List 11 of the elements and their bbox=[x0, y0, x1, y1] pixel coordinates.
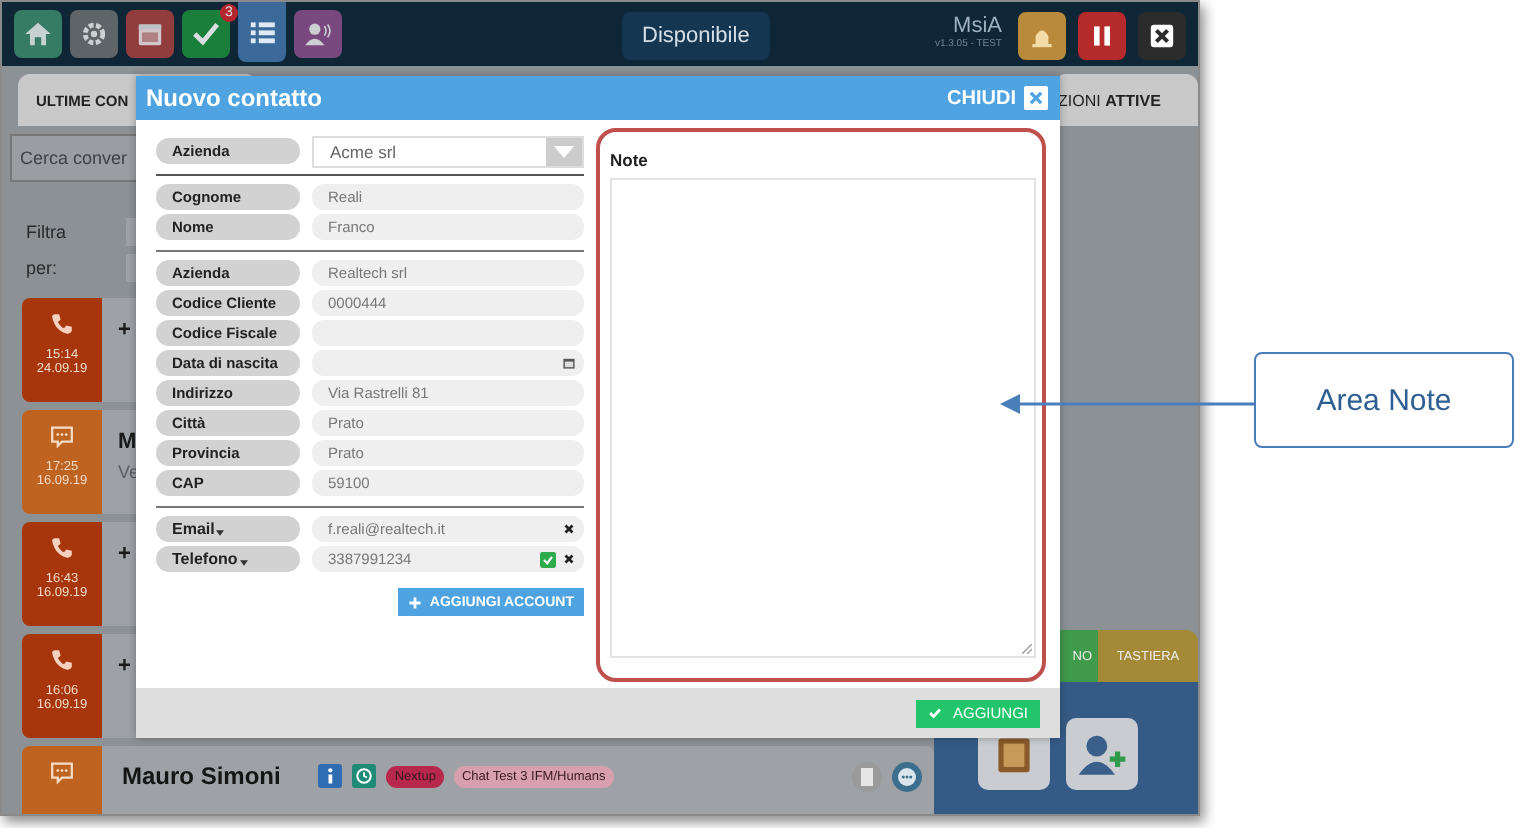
dialog-title: Nuovo contatto bbox=[146, 84, 324, 112]
contact-name: Mauro Simoni bbox=[122, 762, 281, 790]
filter-label: per: bbox=[26, 258, 60, 278]
user-name: MsiA bbox=[953, 14, 1002, 38]
notes-label: Note bbox=[610, 150, 650, 170]
callout-label: Area Note bbox=[1254, 352, 1514, 448]
conversation-title: + bbox=[118, 542, 131, 566]
conversation-title: M bbox=[118, 430, 139, 454]
conversation-title: + bbox=[118, 654, 131, 678]
filter-label: Filtra bbox=[26, 222, 68, 242]
conversation-title: + bbox=[118, 318, 131, 342]
